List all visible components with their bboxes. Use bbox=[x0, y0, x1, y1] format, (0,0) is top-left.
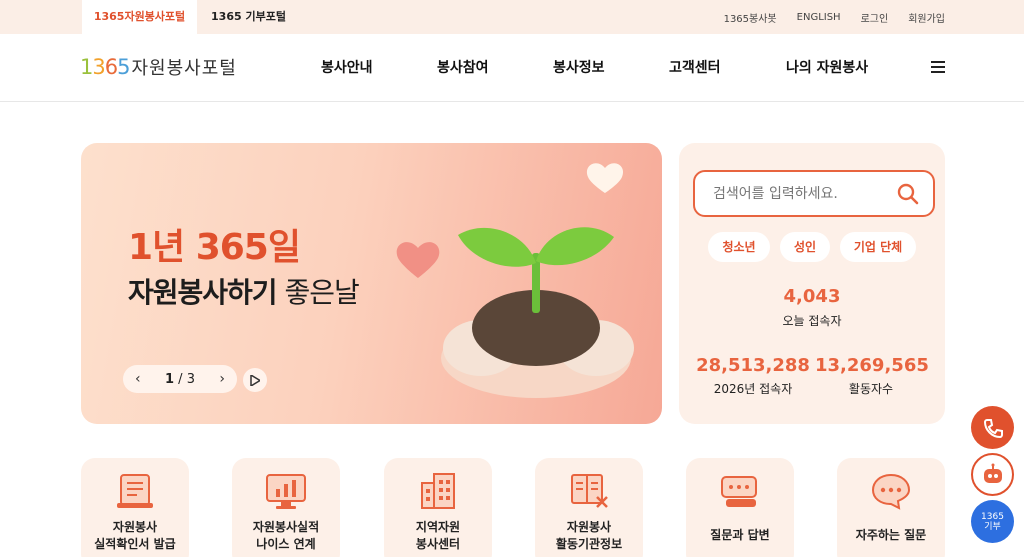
card-label: 자원봉사 실적확인서 발급 bbox=[94, 520, 176, 551]
year-visitors-value: 28,513,288 bbox=[696, 355, 810, 376]
page-indicator: 1 / 3 bbox=[165, 371, 195, 387]
card-label: 자원봉사실적 나이스 연계 bbox=[252, 520, 320, 551]
year-visitors-label: 2026년 접속자 bbox=[713, 382, 793, 396]
english-link[interactable]: ENGLISH bbox=[797, 12, 841, 23]
card-label: 질문과 답변 bbox=[710, 528, 770, 542]
banner-title: 1년 365일 bbox=[128, 227, 301, 268]
robot-icon bbox=[983, 463, 1002, 483]
card-qna[interactable]: 질문과 답변 bbox=[686, 458, 794, 557]
chatbot-link[interactable]: 1365봉사봇 bbox=[724, 10, 777, 25]
donation-button[interactable]: 1365 기부 bbox=[971, 500, 1014, 543]
login-link[interactable]: 로그인 bbox=[861, 10, 889, 25]
today-visitors-label: 오늘 접속자 bbox=[782, 314, 842, 328]
building-icon bbox=[421, 473, 455, 509]
chatbot-button[interactable] bbox=[971, 453, 1014, 496]
signup-link[interactable]: 회원가입 bbox=[908, 10, 945, 25]
nav-guide[interactable]: 봉사안내 bbox=[321, 34, 373, 102]
main-header: 1365 자원봉사포털 봉사안내 봉사참여 봉사정보 고객센터 나의 자원봉사 bbox=[0, 34, 1024, 102]
site-logo[interactable]: 1365 자원봉사포털 bbox=[80, 52, 237, 82]
utility-bar: 1365자원봉사포털 1365 기부포털 1365봉사봇 ENGLISH 로그인… bbox=[0, 0, 1024, 34]
donation-label-1365: 1365 bbox=[981, 511, 1004, 522]
card-label: 자주하는 질문 bbox=[855, 528, 927, 542]
search-input[interactable] bbox=[713, 182, 893, 206]
prev-arrow-icon[interactable]: ‹ bbox=[135, 371, 141, 387]
certificate-icon bbox=[117, 474, 153, 508]
hero-banner[interactable]: 1년 365일 자원봉사하기 좋은날 ‹ 1 / 3 › bbox=[81, 143, 662, 424]
chip-company[interactable]: 기업 단체 bbox=[840, 232, 916, 262]
card-local-center[interactable]: 지역자원 봉사센터 bbox=[384, 458, 492, 557]
phone-icon bbox=[983, 418, 1003, 438]
search-box bbox=[693, 170, 935, 217]
logo-number: 1365 bbox=[80, 55, 131, 79]
card-certificate[interactable]: 자원봉사 실적확인서 발급 bbox=[81, 458, 189, 557]
nav-my-volunteer[interactable]: 나의 자원봉사 bbox=[786, 34, 868, 102]
next-arrow-icon[interactable]: › bbox=[219, 371, 225, 387]
card-org-info[interactable]: 자원봉사 활동기관정보 bbox=[535, 458, 643, 557]
card-neis-link[interactable]: 자원봉사실적 나이스 연계 bbox=[232, 458, 340, 557]
card-label: 지역자원 봉사센터 bbox=[415, 520, 461, 551]
nav-info[interactable]: 봉사정보 bbox=[553, 34, 605, 102]
call-button[interactable] bbox=[971, 406, 1014, 449]
today-visitors-value: 4,043 bbox=[783, 286, 841, 307]
chip-adult[interactable]: 성인 bbox=[780, 232, 830, 262]
card-label: 자원봉사 활동기관정보 bbox=[555, 520, 623, 551]
donation-label: 기부 bbox=[984, 521, 1001, 532]
tab-donation-portal[interactable]: 1365 기부포털 bbox=[197, 0, 300, 34]
card-faq[interactable]: 자주하는 질문 bbox=[837, 458, 945, 557]
tab-volunteer-portal[interactable]: 1365자원봉사포털 bbox=[82, 0, 197, 34]
active-volunteers-value: 13,269,565 bbox=[815, 355, 929, 376]
menu-icon[interactable] bbox=[931, 61, 945, 73]
play-icon bbox=[250, 374, 260, 386]
search-icon[interactable] bbox=[897, 183, 919, 205]
active-volunteers-label: 활동자수 bbox=[848, 382, 894, 396]
nav-participate[interactable]: 봉사참여 bbox=[437, 34, 489, 102]
category-chips: 청소년 성인 기업 단체 bbox=[679, 232, 945, 262]
qna-icon bbox=[721, 476, 757, 507]
play-button[interactable] bbox=[243, 368, 267, 392]
banner-pager: ‹ 1 / 3 › bbox=[123, 365, 237, 393]
monitor-chart-icon bbox=[266, 474, 306, 509]
faq-icon bbox=[871, 473, 911, 510]
nav-customer-center[interactable]: 고객센터 bbox=[669, 34, 721, 102]
org-info-icon bbox=[571, 474, 608, 508]
utility-links: 1365봉사봇 ENGLISH 로그인 회원가입 bbox=[724, 0, 945, 34]
chip-youth[interactable]: 청소년 bbox=[708, 232, 770, 262]
logo-text: 자원봉사포털 bbox=[131, 58, 237, 79]
banner-subtitle: 자원봉사하기 좋은날 bbox=[128, 276, 360, 309]
search-panel: 청소년 성인 기업 단체 4,043 오늘 접속자 28,513,288 202… bbox=[679, 143, 945, 424]
